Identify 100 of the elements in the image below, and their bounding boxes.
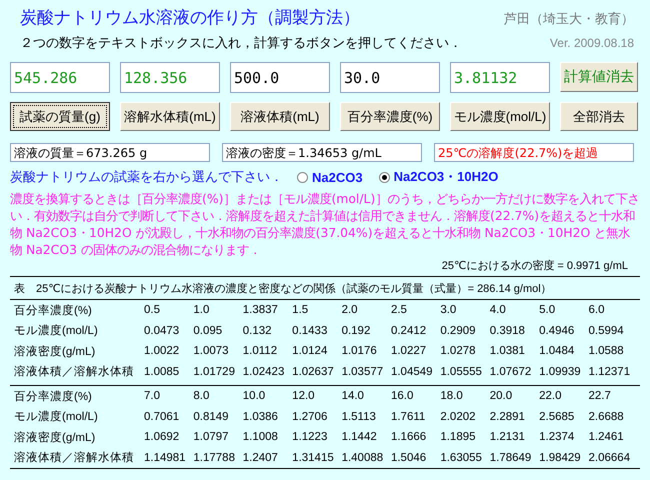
radio-button[interactable] xyxy=(378,172,390,182)
table-cell-text: 1.3837 xyxy=(242,304,279,316)
table-cell-text: 1.2374 xyxy=(539,431,576,444)
table-cell-text: 1.1895 xyxy=(440,431,477,444)
page-title: 炭酸ナトリウム水溶液の作り方（調製方法） xyxy=(20,7,360,29)
action-button[interactable]: モル濃度(mol/L) xyxy=(450,102,550,131)
table-cell-text: 1.02637 xyxy=(292,366,335,378)
table-cell-text: 1.1223 xyxy=(292,431,328,444)
table-cell-text: 1.0022 xyxy=(144,345,180,358)
action-button[interactable]: 溶解水体積(mL) xyxy=(120,102,220,131)
notice-text: 濃度を換算するときは［百分率濃度(%)］または［モル濃度(mol/L)］のうち，どちらか一方だけに数字を入れて下さい．有効数字は自分で判断して下さい．溶解度を超えた計算値は信用できません．溶解度(22.7%)を超えると十水和物 Na2CO3・10H2O が沈殿し，十水和物の百分率濃度(37.04%)を超えると十水和物 Na2CO3・10H2O と無水物 Na2CO3 の固体のみの混合物になります． xyxy=(10,190,640,258)
table-cell-text: 0.2412 xyxy=(390,324,428,337)
result-box: 25℃の溶解度(22.7%)を超過 xyxy=(434,143,634,162)
table-cell-text: 1.14981 xyxy=(144,452,187,464)
result-box: 溶液の密度＝1.34653 g/mL xyxy=(222,143,422,162)
table-cell-text: 1.01729 xyxy=(193,366,236,378)
table-cell-text: 2.6688 xyxy=(588,410,625,423)
action-button[interactable]: 試薬の質量(g) xyxy=(10,102,110,131)
table-cell-text: 1.2131 xyxy=(490,431,526,444)
table-cell-text: 4.0 xyxy=(490,304,507,316)
author-credit: 芦田（埼玉大・教育） xyxy=(504,10,634,28)
table-cell-text: 1.0085 xyxy=(144,366,180,378)
row-label: 溶液密度(g/mL) xyxy=(14,430,96,445)
version-label: Ver. 2009.08.18 xyxy=(550,36,634,50)
table-cell-text: 1.78649 xyxy=(490,452,532,464)
input-field[interactable]: 3.81132 xyxy=(450,62,550,93)
table-cell-text: 1.40088 xyxy=(342,452,384,464)
option-label[interactable]: Na2CO3 xyxy=(312,170,363,184)
table-cell-text: 1.02423 xyxy=(242,366,286,378)
table-cell-text: 1.0381 xyxy=(490,345,526,358)
input-field[interactable]: 500.0 xyxy=(230,62,330,93)
row-label: モル濃度(mol/L) xyxy=(14,410,99,424)
table-cell-text: 6.0 xyxy=(588,304,606,316)
table-cell-text: 1.07672 xyxy=(490,366,532,378)
table-cell-text: 12.0 xyxy=(292,390,316,402)
table-cell-text: 1.09939 xyxy=(539,366,582,378)
table-cell-text: 1.0484 xyxy=(539,345,576,358)
table-cell-text: 0.2909 xyxy=(440,324,477,337)
action-button[interactable]: 計算値消去 xyxy=(560,62,638,92)
table-cell-text: 1.17788 xyxy=(193,452,236,464)
instruction-text: ２つの数字をテキストボックスに入れ，計算するボタンを押してください． xyxy=(20,35,462,52)
table-cell-text: 1.7611 xyxy=(390,410,426,423)
table-cell-text: 1.0278 xyxy=(440,345,477,358)
input-field[interactable]: 30.0 xyxy=(340,62,440,93)
action-button[interactable]: 百分率濃度(%) xyxy=(340,102,440,131)
table-cell-text: 1.2407 xyxy=(242,452,279,464)
table-cell-text: 10.0 xyxy=(242,390,266,402)
table-cell-text: 0.7061 xyxy=(144,410,180,423)
table-cell-text: 1.5046 xyxy=(390,452,428,464)
table-cell-text: 1.0692 xyxy=(144,431,180,444)
table-cell-text: 1.1442 xyxy=(342,431,378,444)
table-cell-text: 0.0473 xyxy=(144,324,180,337)
table-cell-text: 0.5994 xyxy=(588,324,625,337)
table-cell-text: 8.0 xyxy=(193,390,210,402)
table-cell-text: 2.0 xyxy=(342,304,359,316)
table-cell-text: 1.03577 xyxy=(342,366,384,378)
table-cell-text: 2.5685 xyxy=(539,410,576,423)
row-label: 百分率濃度(%) xyxy=(14,390,93,404)
table-cell-text: 1.63055 xyxy=(440,452,483,464)
reagent-prompt: 炭酸ナトリウムの試薬を右から選んで下さい． xyxy=(10,169,283,186)
input-field[interactable]: 545.286 xyxy=(10,62,110,93)
table-cell-text: 14.0 xyxy=(342,390,365,402)
table-cell-text: 1.0073 xyxy=(193,345,230,358)
table-cell-text: 1.0 xyxy=(193,304,210,316)
table-cell-text: 0.192 xyxy=(342,324,372,337)
table-cell-text: 0.4946 xyxy=(539,324,576,337)
table-cell-text: 1.2461 xyxy=(588,431,625,444)
table-cell-text: 2.2891 xyxy=(490,410,526,423)
table-cell-text: 0.1433 xyxy=(292,324,328,337)
table-cell-text: 5.0 xyxy=(539,304,556,316)
row-label: 百分率濃度(%) xyxy=(14,304,93,318)
table-caption: 表 25℃における炭酸ナトリウム水溶液の濃度と密度などの関係（試薬のモル質量（式量）= 286.14 g/mol） xyxy=(13,282,553,296)
table-cell-text: 0.095 xyxy=(193,324,224,337)
table-cell-text: 1.5113 xyxy=(342,410,377,423)
table-cell-text: 2.0202 xyxy=(440,410,477,423)
row-label: 溶液体積／溶解水体積 xyxy=(14,450,135,466)
table-cell-text: 20.0 xyxy=(490,390,514,402)
table-cell-text: 3.0 xyxy=(440,304,458,316)
action-button[interactable]: 全部消去 xyxy=(560,102,638,131)
table-cell-text: 0.8149 xyxy=(193,410,230,423)
table-cell-text: 2.06664 xyxy=(588,452,632,464)
option-label[interactable]: Na2CO3・10H2O xyxy=(394,168,498,186)
action-button[interactable]: 溶液体積(mL) xyxy=(230,102,330,131)
table-cell-text: 16.0 xyxy=(390,390,414,402)
table-cell-text: 1.0176 xyxy=(342,345,378,358)
table-cell-text: 0.5 xyxy=(144,304,161,316)
table-cell-text: 1.31415 xyxy=(292,452,335,464)
result-box: 溶液の質量＝673.265 g xyxy=(10,143,210,162)
input-field[interactable]: 128.356 xyxy=(120,62,220,93)
table-cell-text: 22.7 xyxy=(588,390,612,402)
table-cell-text: 1.0124 xyxy=(292,345,328,358)
radio-button[interactable] xyxy=(297,172,308,182)
table-cell-text: 1.0386 xyxy=(242,410,279,423)
table-cell-text: 1.0112 xyxy=(242,345,278,358)
table-cell-text: 22.0 xyxy=(539,390,563,402)
table-cell-text: 2.5 xyxy=(390,304,408,316)
row-label: モル濃度(mol/L) xyxy=(14,324,99,338)
table-cell-text: 1.12371 xyxy=(588,366,632,378)
table-cell-text: 1.0588 xyxy=(588,345,625,358)
water-density-note: 25℃における水の密度 = 0.9971 g/mL xyxy=(440,258,628,273)
